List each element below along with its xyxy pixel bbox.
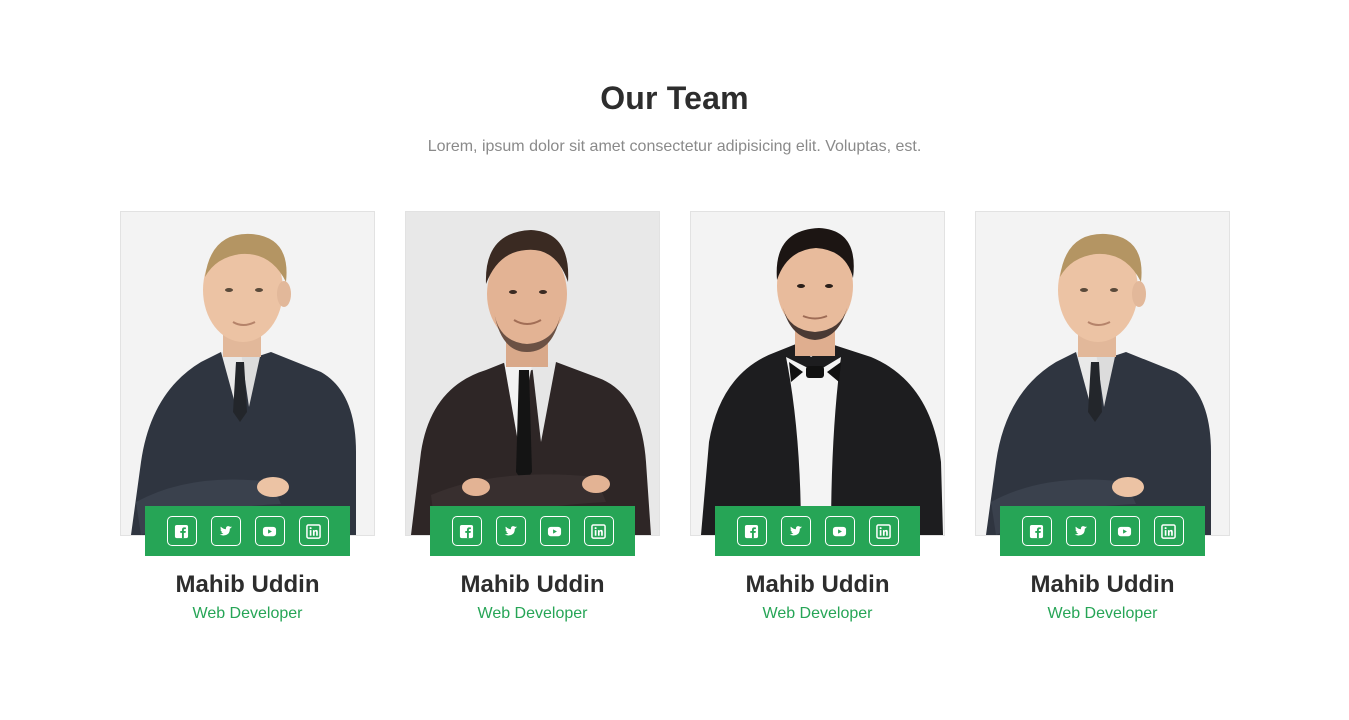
- member-photo: [690, 211, 945, 536]
- linkedin-button[interactable]: [868, 516, 899, 546]
- youtube-button[interactable]: [539, 516, 570, 546]
- member-role: Web Developer: [1047, 605, 1158, 622]
- facebook-icon: [744, 524, 759, 538]
- twitter-icon: [1074, 525, 1088, 535]
- member-name: Mahib Uddin: [1030, 571, 1175, 598]
- linkedin-icon: [591, 523, 606, 539]
- twitter-button[interactable]: [495, 516, 526, 546]
- team-card: Mahib Uddin Web Developer: [405, 211, 660, 631]
- member-photo: [120, 211, 375, 536]
- facebook-icon: [1029, 524, 1044, 538]
- member-name: Mahib Uddin: [175, 571, 320, 598]
- youtube-button[interactable]: [1109, 516, 1140, 546]
- member-name: Mahib Uddin: [745, 571, 890, 598]
- linkedin-icon: [1161, 523, 1176, 539]
- twitter-button[interactable]: [1065, 516, 1096, 546]
- facebook-icon: [459, 524, 474, 538]
- team-cards: Mahib Uddin Web Developer Mahib Uddin We…: [120, 211, 1230, 651]
- linkedin-button[interactable]: [583, 516, 614, 546]
- twitter-icon: [219, 525, 233, 535]
- social-bar: [715, 506, 920, 556]
- section-title: Our Team: [600, 80, 749, 116]
- member-photo: [405, 211, 660, 536]
- section-subtitle: Lorem, ipsum dolor sit amet consectetur …: [427, 138, 922, 155]
- youtube-button[interactable]: [254, 516, 285, 546]
- social-bar: [145, 506, 350, 556]
- youtube-icon: [1117, 526, 1132, 536]
- linkedin-icon: [876, 523, 891, 539]
- youtube-icon: [262, 526, 277, 536]
- social-bar: [430, 506, 635, 556]
- youtube-button[interactable]: [824, 516, 855, 546]
- facebook-button[interactable]: [736, 516, 767, 546]
- youtube-icon: [547, 526, 562, 536]
- member-name: Mahib Uddin: [460, 571, 605, 598]
- team-card: Mahib Uddin Web Developer: [975, 211, 1230, 631]
- member-role: Web Developer: [192, 605, 303, 622]
- twitter-button[interactable]: [210, 516, 241, 546]
- team-section: Our Team Lorem, ipsum dolor sit amet con…: [0, 0, 1349, 720]
- linkedin-button[interactable]: [1153, 516, 1184, 546]
- facebook-button[interactable]: [1021, 516, 1052, 546]
- facebook-button[interactable]: [451, 516, 482, 546]
- member-role: Web Developer: [762, 605, 873, 622]
- twitter-button[interactable]: [780, 516, 811, 546]
- member-role: Web Developer: [477, 605, 588, 622]
- team-card: Mahib Uddin Web Developer: [120, 211, 375, 631]
- facebook-icon: [174, 524, 189, 538]
- facebook-button[interactable]: [166, 516, 197, 546]
- member-photo: [975, 211, 1230, 536]
- linkedin-button[interactable]: [298, 516, 329, 546]
- youtube-icon: [832, 526, 847, 536]
- social-bar: [1000, 506, 1205, 556]
- team-card: Mahib Uddin Web Developer: [690, 211, 945, 631]
- twitter-icon: [789, 525, 803, 535]
- linkedin-icon: [306, 523, 321, 539]
- twitter-icon: [504, 525, 518, 535]
